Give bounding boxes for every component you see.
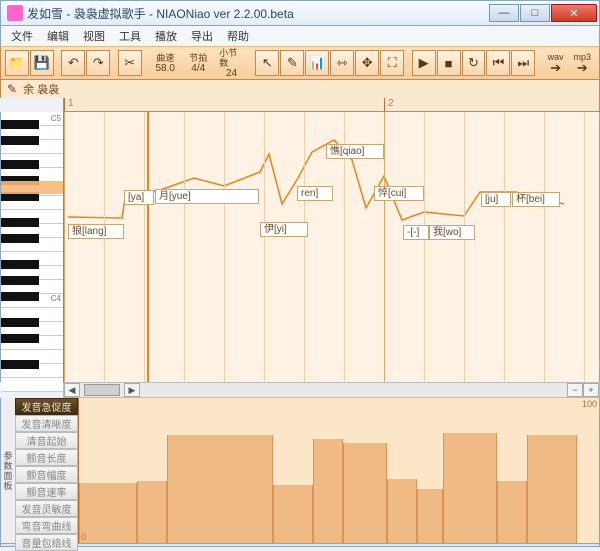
param-item-6[interactable]: 发音灵敏度 — [15, 500, 78, 517]
playhead[interactable] — [147, 112, 149, 382]
param-item-7[interactable]: 弯音弯曲线 — [15, 517, 78, 534]
next-button[interactable]: ⏭ — [511, 50, 535, 76]
menu-6[interactable]: 帮助 — [221, 26, 255, 46]
redo-button[interactable]: ↷ — [86, 50, 110, 76]
scroll-right-button[interactable]: ▶ — [124, 383, 140, 397]
ruler-marker: 2 — [384, 98, 394, 111]
menubar: 文件编辑视图工具播放导出帮助 — [0, 26, 600, 46]
export-mp3-button[interactable]: mp3➔ — [569, 53, 595, 74]
param-item-0[interactable]: 发音急促度 — [15, 398, 78, 415]
status-bar — [0, 544, 600, 547]
parameter-list: 发音急促度发音清晰度清音起始颤音长度颤音幅度颤音速率发音灵敏度弯音弯曲线音量包络… — [15, 398, 78, 543]
param-bar[interactable] — [387, 479, 417, 543]
timeline-ruler[interactable]: 12 — [63, 98, 600, 112]
move-tool-button[interactable]: ✥ — [355, 50, 379, 76]
window-title: 发如雪 - 袅袅虚拟歌手 - NIAONiao ver 2.2.00.beta — [27, 5, 488, 22]
barcount-display[interactable]: 小节数 24 — [215, 48, 248, 79]
param-bar[interactable] — [137, 481, 167, 543]
param-bar[interactable] — [443, 433, 497, 543]
bars-tool-button[interactable]: 📊 — [305, 50, 329, 76]
menu-3[interactable]: 工具 — [113, 26, 147, 46]
param-item-5[interactable]: 颤音速率 — [15, 483, 78, 500]
save-button[interactable]: 💾 — [30, 50, 54, 76]
param-bar[interactable] — [343, 443, 387, 543]
param-bar[interactable] — [273, 485, 313, 543]
parameter-canvas[interactable]: 100 0 — [78, 398, 599, 543]
menu-2[interactable]: 视图 — [77, 26, 111, 46]
timesig-display[interactable]: 节拍 4/4 — [182, 53, 214, 74]
zoom-in-button[interactable]: + — [583, 383, 599, 397]
param-item-2[interactable]: 清音起始 — [15, 432, 78, 449]
note[interactable]: 我[wo] — [429, 225, 475, 240]
ruler-marker: 1 — [64, 98, 74, 111]
app-icon — [7, 5, 23, 21]
parameter-panel: 参数面板 发音急促度发音清晰度清音起始颤音长度颤音幅度颤音速率发音灵敏度弯音弯曲… — [0, 398, 600, 544]
note[interactable]: ren] — [297, 186, 333, 201]
horizontal-scrollbar[interactable]: ◀ ▶ − + — [63, 382, 600, 398]
parameter-panel-label: 参数面板 — [1, 398, 15, 543]
loop-button[interactable]: ↻ — [462, 50, 486, 76]
singer-name[interactable]: 余 袅袅 — [23, 81, 59, 97]
param-item-1[interactable]: 发音清晰度 — [15, 415, 78, 432]
zoom-out-button[interactable]: − — [567, 383, 583, 397]
track-header: ✎ 余 袅袅 — [0, 80, 600, 98]
menu-4[interactable]: 播放 — [149, 26, 183, 46]
note[interactable]: 憔[qiao] — [326, 144, 384, 159]
toolbar: 📁 💾 ↶ ↷ ✂ 曲速 58.0 节拍 4/4 小节数 24 ↖ ✎ 📊 ⇿ … — [0, 46, 600, 80]
param-bar[interactable] — [497, 481, 527, 543]
param-bar[interactable] — [417, 489, 443, 543]
menu-0[interactable]: 文件 — [5, 26, 39, 46]
note[interactable]: 伊[yi] — [260, 222, 308, 237]
note-canvas[interactable]: 狼[lang] [ya]月[yue] 伊[yi] ren] 憔[qiao] 悴[cui] -… — [64, 112, 599, 382]
param-scale-top: 100 — [582, 399, 597, 409]
note[interactable]: 杯[bei] — [512, 192, 560, 207]
param-bar[interactable] — [527, 435, 577, 543]
note[interactable]: 狼[lang] — [68, 224, 124, 239]
note[interactable]: 悴[cui] — [374, 186, 424, 201]
pen-icon: ✎ — [7, 82, 17, 96]
note[interactable]: [ya] — [124, 190, 154, 205]
menu-1[interactable]: 编辑 — [41, 26, 75, 46]
connect-tool-button[interactable]: ⇿ — [330, 50, 354, 76]
scroll-thumb[interactable] — [84, 384, 120, 396]
editor-area: C5C4 狼[lang] [ya]月[yue] 伊[yi] ren] 憔[qiao] 悴[… — [0, 112, 600, 382]
play-button[interactable]: ▶ — [412, 50, 436, 76]
pencil-tool-button[interactable]: ✎ — [280, 50, 304, 76]
undo-button[interactable]: ↶ — [61, 50, 85, 76]
param-bar[interactable] — [79, 483, 137, 543]
open-button[interactable]: 📁 — [5, 50, 29, 76]
stop-button[interactable]: ■ — [437, 50, 461, 76]
tempo-display[interactable]: 曲速 58.0 — [149, 53, 181, 74]
piano-keyboard[interactable]: C5C4 — [1, 112, 64, 382]
scroll-left-button[interactable]: ◀ — [64, 383, 80, 397]
fullscreen-button[interactable]: ⛶ — [380, 50, 404, 76]
note[interactable]: 月[yue] — [155, 189, 259, 204]
window-close-button[interactable] — [551, 4, 597, 22]
window-minimize-button[interactable] — [489, 4, 519, 22]
note[interactable]: [ju] — [481, 192, 511, 207]
pointer-tool-button[interactable]: ↖ — [255, 50, 279, 76]
window-titlebar: 发如雪 - 袅袅虚拟歌手 - NIAONiao ver 2.2.00.beta — [0, 0, 600, 26]
prev-button[interactable]: ⏮ — [486, 50, 510, 76]
note[interactable]: -[-] — [403, 225, 429, 240]
cut-button[interactable]: ✂ — [118, 50, 142, 76]
param-item-4[interactable]: 颤音幅度 — [15, 466, 78, 483]
param-bar[interactable] — [167, 435, 273, 543]
export-wav-button[interactable]: wav➔ — [543, 53, 569, 74]
param-item-3[interactable]: 颤音长度 — [15, 449, 78, 466]
param-bar[interactable] — [313, 439, 343, 543]
window-maximize-button[interactable] — [520, 4, 550, 22]
menu-5[interactable]: 导出 — [185, 26, 219, 46]
